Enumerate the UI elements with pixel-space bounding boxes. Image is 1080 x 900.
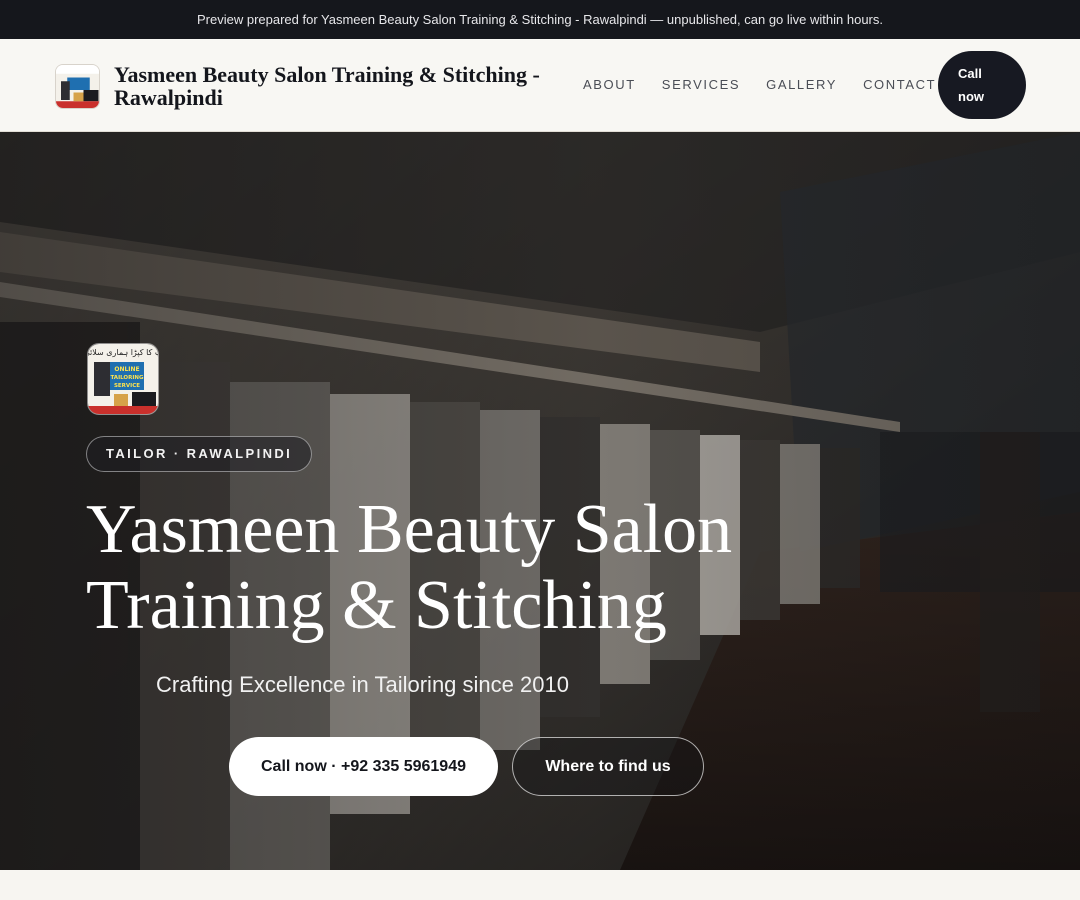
nav-contact[interactable]: CONTACT bbox=[863, 77, 936, 92]
hero-tagline: Crafting Excellence in Tailoring since 2… bbox=[156, 672, 569, 697]
hero-title: Yasmeen Beauty Salon Training & Stitchin… bbox=[86, 492, 846, 644]
logo-text-tailoring: TAILORING bbox=[110, 375, 143, 381]
preview-banner: Preview prepared for Yasmeen Beauty Salo… bbox=[0, 0, 1080, 39]
hero-logo-image: آپ کا کپڑا ہماری سلائی ONLINE TAILORING … bbox=[88, 344, 159, 414]
site-header: Yasmeen Beauty Salon Training & Stitchin… bbox=[0, 39, 1080, 132]
logo-text-service: SERVICE bbox=[114, 383, 140, 389]
logo-text-online: ONLINE bbox=[114, 366, 139, 373]
brand[interactable]: Yasmeen Beauty Salon Training & Stitchin… bbox=[55, 63, 564, 109]
nav-gallery[interactable]: GALLERY bbox=[766, 77, 837, 92]
logo-urdu-text: آپ کا کپڑا ہماری سلائی bbox=[88, 347, 159, 357]
where-to-find-us-button[interactable]: Where to find us bbox=[512, 737, 704, 796]
category-badge: TAILOR · RAWALPINDI bbox=[86, 436, 313, 472]
hero-content: آپ کا کپڑا ہماری سلائی ONLINE TAILORING … bbox=[0, 132, 1080, 870]
next-section-edge bbox=[0, 870, 1080, 900]
main-nav: ABOUT SERVICES GALLERY CONTACT bbox=[583, 77, 936, 92]
brand-logo bbox=[55, 63, 100, 109]
brand-name: Yasmeen Beauty Salon Training & Stitchin… bbox=[114, 62, 540, 110]
nav-about[interactable]: ABOUT bbox=[583, 77, 636, 92]
hero-logo: آپ کا کپڑا ہماری سلائی ONLINE TAILORING … bbox=[87, 343, 159, 415]
hero-title-line-1: Yasmeen Beauty Salon bbox=[86, 491, 733, 568]
nav-services[interactable]: SERVICES bbox=[662, 77, 740, 92]
brand-logo-image bbox=[56, 64, 99, 108]
header-call-button[interactable]: Call now bbox=[938, 51, 1026, 119]
hero-call-button[interactable]: Call now · +92 335 5961949 bbox=[229, 737, 498, 796]
hero-title-line-2: Training & Stitching bbox=[86, 567, 667, 644]
hero-section: آپ کا کپڑا ہماری سلائی ONLINE TAILORING … bbox=[0, 132, 1080, 870]
preview-banner-text: Preview prepared for Yasmeen Beauty Salo… bbox=[196, 12, 883, 27]
